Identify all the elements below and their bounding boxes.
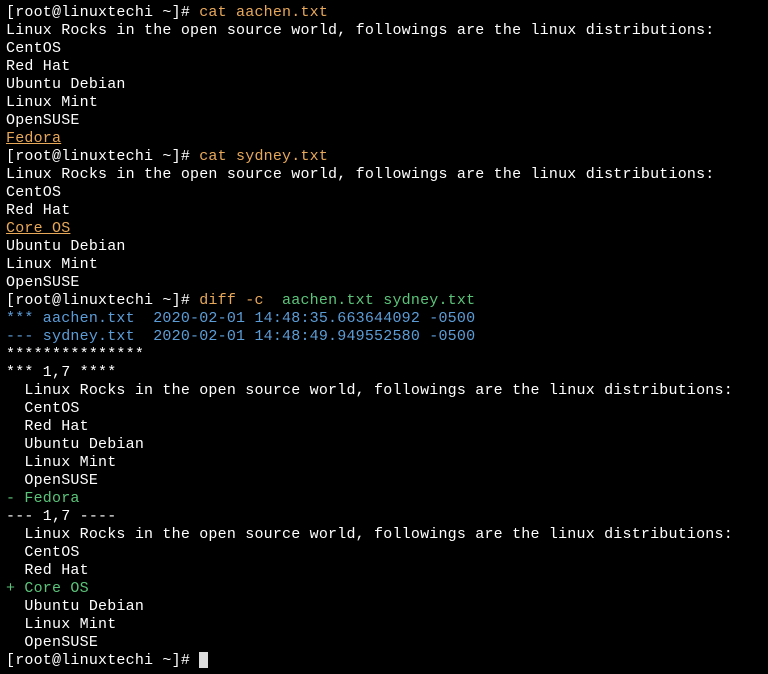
diff-context: CentOS <box>6 400 762 418</box>
output-line: Ubuntu Debian <box>6 76 762 94</box>
diff-context: CentOS <box>6 544 762 562</box>
diff-context: Linux Rocks in the open source world, fo… <box>6 382 762 400</box>
prompt-line[interactable]: [root@linuxtechi ~]# <box>6 652 762 670</box>
prompt: [root@linuxtechi ~]# <box>6 292 199 309</box>
output-line: Red Hat <box>6 58 762 76</box>
diff-context: OpenSUSE <box>6 472 762 490</box>
diff-header-old: *** aachen.txt 2020-02-01 14:48:35.66364… <box>6 310 762 328</box>
prompt-line: [root@linuxtechi ~]# cat aachen.txt <box>6 4 762 22</box>
prompt: [root@linuxtechi ~]# <box>6 4 199 21</box>
diff-removed: - Fedora <box>6 490 762 508</box>
diff-context: Linux Mint <box>6 616 762 634</box>
output-line: OpenSUSE <box>6 112 762 130</box>
command: diff -c <box>199 292 263 309</box>
output-line: Red Hat <box>6 202 762 220</box>
output-line: Linux Rocks in the open source world, fo… <box>6 22 762 40</box>
output-line-highlight: Core OS <box>6 220 762 238</box>
output-line: Linux Rocks in the open source world, fo… <box>6 166 762 184</box>
diff-header-new: --- sydney.txt 2020-02-01 14:48:49.94955… <box>6 328 762 346</box>
output-line: Ubuntu Debian <box>6 238 762 256</box>
output-line: OpenSUSE <box>6 274 762 292</box>
output-line-highlight: Fedora <box>6 130 762 148</box>
terminal-output[interactable]: [root@linuxtechi ~]# cat aachen.txt Linu… <box>6 4 762 670</box>
prompt-line: [root@linuxtechi ~]# diff -c aachen.txt … <box>6 292 762 310</box>
prompt: [root@linuxtechi ~]# <box>6 652 199 669</box>
diff-context: Ubuntu Debian <box>6 598 762 616</box>
diff-context: Red Hat <box>6 562 762 580</box>
command: cat sydney.txt <box>199 148 328 165</box>
diff-context: OpenSUSE <box>6 634 762 652</box>
output-line: CentOS <box>6 184 762 202</box>
diff-context: Linux Rocks in the open source world, fo… <box>6 526 762 544</box>
command: cat aachen.txt <box>199 4 328 21</box>
diff-separator: *************** <box>6 346 762 364</box>
diff-context: Red Hat <box>6 418 762 436</box>
command-args: aachen.txt sydney.txt <box>264 292 476 309</box>
diff-context: Linux Mint <box>6 454 762 472</box>
prompt-line: [root@linuxtechi ~]# cat sydney.txt <box>6 148 762 166</box>
output-line: Linux Mint <box>6 256 762 274</box>
cursor-icon <box>199 652 208 668</box>
diff-range-old: *** 1,7 **** <box>6 364 762 382</box>
prompt: [root@linuxtechi ~]# <box>6 148 199 165</box>
diff-added: + Core OS <box>6 580 762 598</box>
output-line: CentOS <box>6 40 762 58</box>
diff-range-new: --- 1,7 ---- <box>6 508 762 526</box>
output-line: Linux Mint <box>6 94 762 112</box>
diff-context: Ubuntu Debian <box>6 436 762 454</box>
